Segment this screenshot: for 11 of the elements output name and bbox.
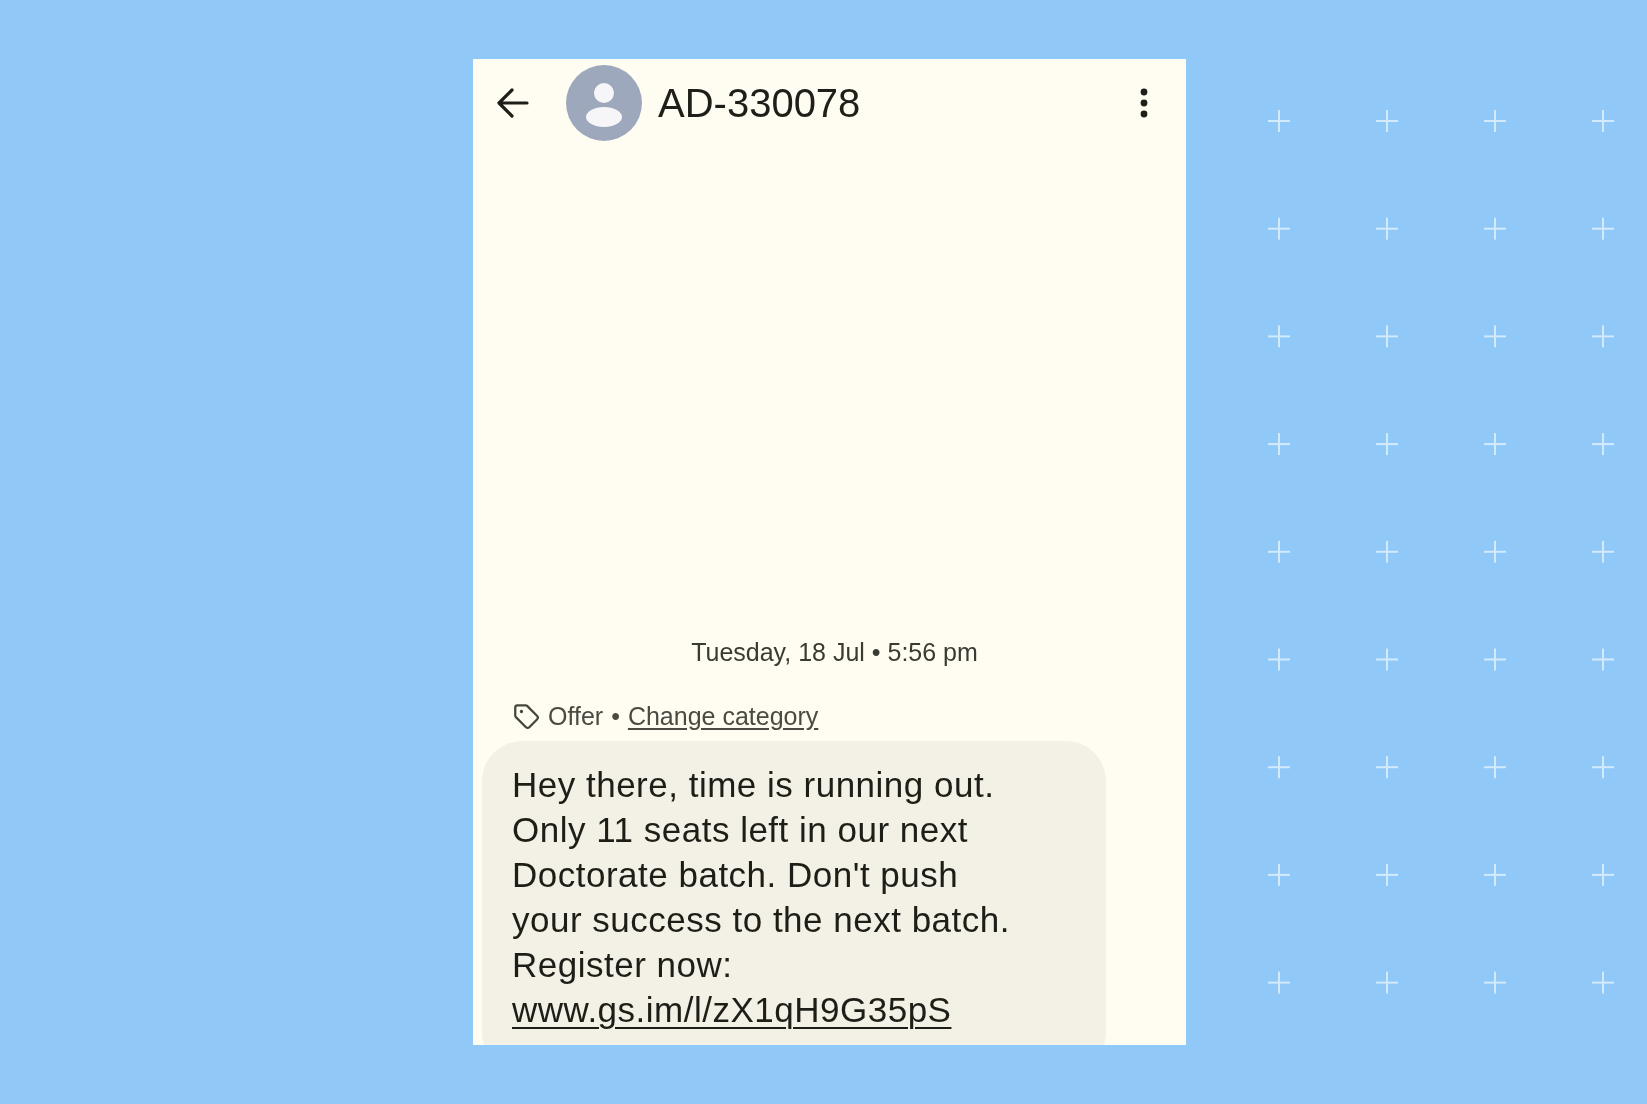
- change-category-link[interactable]: Change category: [627, 701, 819, 731]
- message-link[interactable]: www.gs.im/l/zX1qH9G35pS: [512, 990, 952, 1029]
- arrow-left-icon: [497, 88, 529, 118]
- message-timestamp: Tuesday, 18 Jul • 5:56 pm: [691, 637, 978, 667]
- contact-title: AD-330078: [658, 80, 862, 126]
- message-text: Hey there, time is running out. Only 11 seats left in our next Doctorate batch. Don't push your success to the next batch. Register now: www.gs.im/l/zX1qH9G35pS: [512, 764, 1011, 1031]
- separator-dot: •: [611, 701, 620, 731]
- category-label: Offer: [548, 701, 604, 731]
- more-vertical-icon: [1140, 88, 1148, 118]
- avatar-icon: [566, 65, 642, 141]
- tag-icon: [513, 702, 540, 730]
